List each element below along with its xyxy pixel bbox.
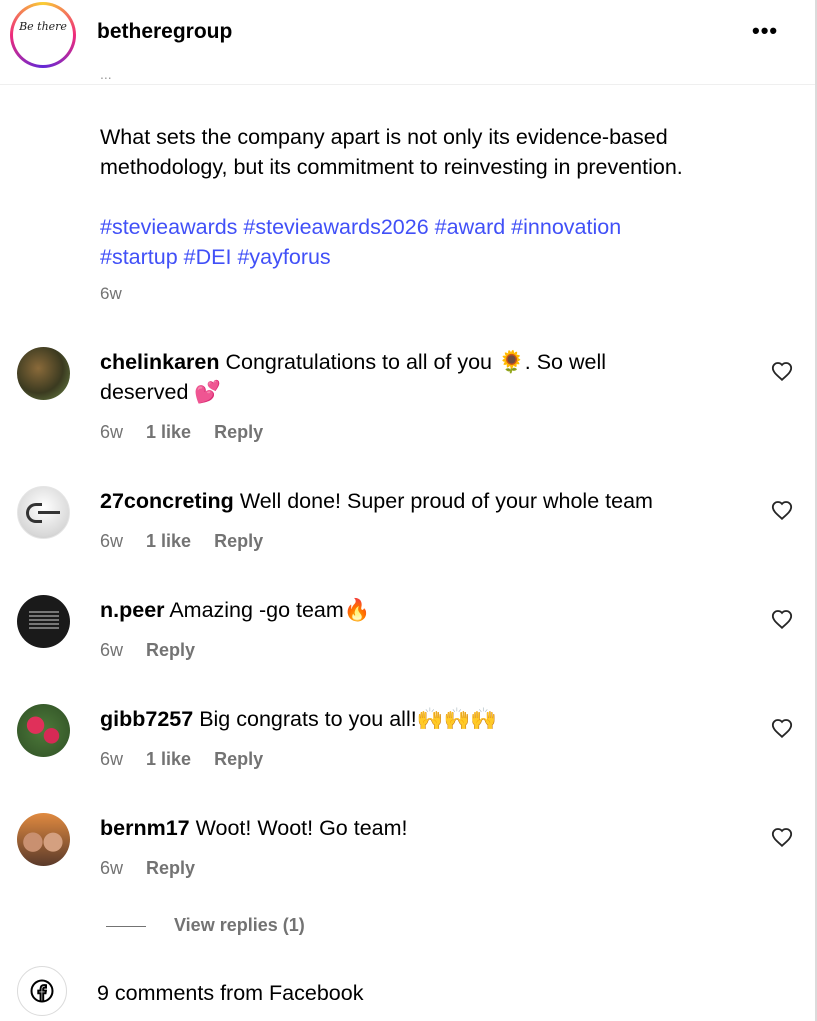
comment-likes[interactable]: 1 like bbox=[146, 531, 191, 551]
comment-meta: 6w Reply bbox=[100, 640, 213, 661]
profile-avatar[interactable]: Be there bbox=[10, 2, 76, 68]
facebook-icon bbox=[30, 979, 54, 1003]
comment-avatar[interactable] bbox=[17, 813, 70, 866]
comment-meta: 6w 1 like Reply bbox=[100, 422, 281, 443]
comment-time: 6w bbox=[100, 640, 124, 660]
comment-time: 6w bbox=[100, 858, 124, 878]
like-heart-icon[interactable] bbox=[771, 500, 793, 522]
replies-divider-line bbox=[106, 925, 146, 927]
hashtag-link[interactable]: #award bbox=[435, 215, 506, 239]
comment-text: Amazing -go team🔥 bbox=[169, 598, 371, 622]
comment-username[interactable]: gibb7257 bbox=[100, 707, 193, 731]
comment-text: Woot! Woot! Go team! bbox=[195, 816, 408, 840]
comment-meta: 6w Reply bbox=[100, 858, 213, 879]
post-timestamp: 6w bbox=[100, 284, 122, 303]
facebook-icon-circle bbox=[17, 966, 67, 1016]
hashtag-list: #stevieawards #stevieawards2026 #award #… bbox=[100, 212, 790, 272]
comment-avatar[interactable] bbox=[17, 347, 70, 400]
comment-text: Big congrats to you all!🙌🙌🙌 bbox=[199, 707, 498, 731]
comment-time: 6w bbox=[100, 422, 124, 442]
facebook-comments-label[interactable]: 9 comments from Facebook bbox=[97, 981, 363, 1006]
post-header: Be there betheregroup ••• bbox=[0, 0, 815, 85]
comment-username[interactable]: 27concreting bbox=[100, 489, 234, 513]
like-heart-icon[interactable] bbox=[771, 361, 793, 383]
post-panel: Be there betheregroup ••• ... What sets … bbox=[0, 0, 817, 1021]
comment-text: Well done! Super proud of your whole tea… bbox=[239, 489, 653, 513]
hashtag-link[interactable]: #DEI bbox=[184, 245, 232, 269]
truncated-previous-text: ... bbox=[100, 76, 245, 82]
like-heart-icon[interactable] bbox=[771, 718, 793, 740]
reply-button[interactable]: Reply bbox=[214, 531, 263, 551]
comment-likes[interactable]: 1 like bbox=[146, 422, 191, 442]
comment-likes[interactable]: 1 like bbox=[146, 749, 191, 769]
hashtag-link[interactable]: #yayforus bbox=[237, 245, 330, 269]
comment-meta: 6w 1 like Reply bbox=[100, 749, 281, 770]
hashtag-link[interactable]: #startup bbox=[100, 245, 178, 269]
reply-button[interactable]: Reply bbox=[146, 640, 195, 660]
comment-username[interactable]: n.peer bbox=[100, 598, 165, 622]
like-heart-icon[interactable] bbox=[771, 827, 793, 849]
comment-avatar[interactable] bbox=[17, 595, 70, 648]
like-heart-icon[interactable] bbox=[771, 609, 793, 631]
post-username[interactable]: betheregroup bbox=[97, 20, 232, 44]
view-replies-button[interactable]: View replies (1) bbox=[106, 915, 305, 936]
hashtag-link[interactable]: #stevieawards bbox=[100, 215, 237, 239]
brand-logo-icon bbox=[26, 503, 60, 523]
post-caption: What sets the company apart is not only … bbox=[100, 125, 683, 179]
comment-username[interactable]: bernm17 bbox=[100, 816, 190, 840]
brand-logo: Be there bbox=[19, 20, 67, 33]
facebook-comments-row[interactable]: 9 comments from Facebook bbox=[0, 964, 815, 1021]
reply-button[interactable]: Reply bbox=[214, 749, 263, 769]
comment-avatar[interactable] bbox=[17, 486, 70, 539]
reply-button[interactable]: Reply bbox=[214, 422, 263, 442]
hashtag-link[interactable]: #innovation bbox=[511, 215, 621, 239]
comment-time: 6w bbox=[100, 531, 124, 551]
comment-meta: 6w 1 like Reply bbox=[100, 531, 281, 552]
comment-time: 6w bbox=[100, 749, 124, 769]
more-options-icon[interactable]: ••• bbox=[752, 18, 778, 44]
reply-button[interactable]: Reply bbox=[146, 858, 195, 878]
view-replies-label: View replies (1) bbox=[174, 915, 305, 935]
comment-username[interactable]: chelinkaren bbox=[100, 350, 220, 374]
comment-avatar[interactable] bbox=[17, 704, 70, 757]
hashtag-link[interactable]: #stevieawards2026 bbox=[243, 215, 428, 239]
